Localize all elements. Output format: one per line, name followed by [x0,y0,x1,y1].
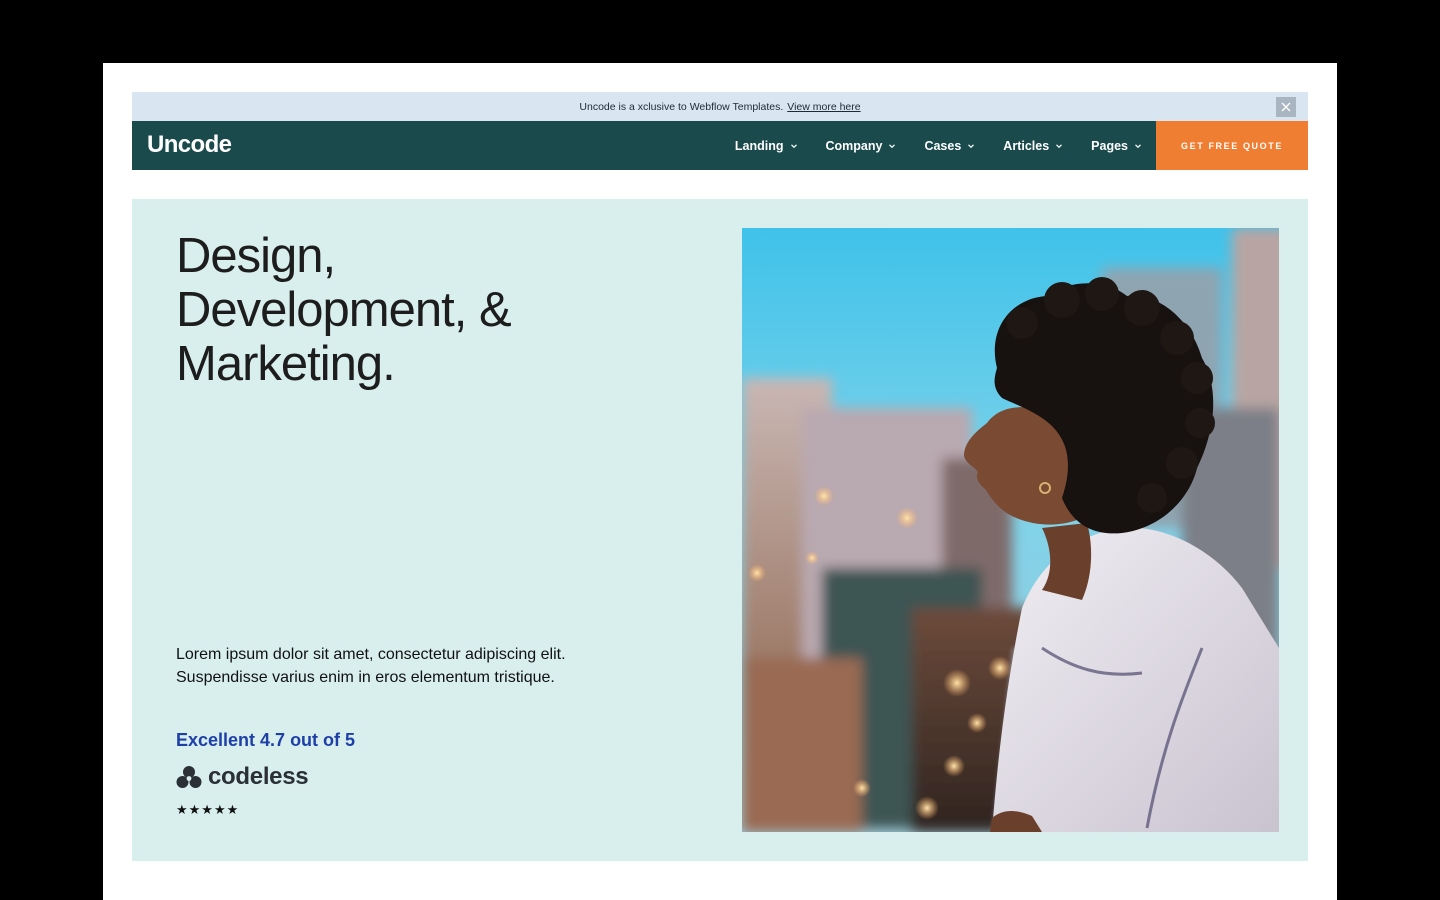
review-brand: codeless [176,763,309,791]
close-announcement-button[interactable] [1276,97,1296,117]
announcement-bar: Uncode is a xclusive to Webflow Template… [132,92,1308,121]
headline-line: Development, & [176,283,512,337]
chevron-down-icon [790,143,797,148]
hero-section: Design, Development, & Marketing. Lorem … [132,199,1308,861]
announcement-link[interactable]: View more here [787,101,860,113]
description-line: Suspendisse varius enim in eros elementu… [176,669,555,686]
close-icon [1281,102,1291,112]
rating-text: Excellent 4.7 out of 5 [176,730,356,750]
nav-item-label: Pages [1091,138,1128,153]
page-frame: Uncode is a xclusive to Webflow Template… [103,63,1337,900]
nav-item-articles[interactable]: Articles [975,139,1063,153]
get-free-quote-button[interactable]: GET FREE QUOTE [1156,121,1308,170]
codeless-logo-icon [176,766,202,788]
star-rating: ★★★★★ [176,802,240,817]
nav-item-company[interactable]: Company [798,139,897,153]
site-logo[interactable]: Uncode [147,131,232,159]
chevron-down-icon [1135,143,1141,148]
chevron-down-icon [968,143,975,148]
brand-name: codeless [208,763,309,790]
headline-line: Design, [176,229,336,283]
chevron-down-icon [1056,143,1063,148]
headline-line: Marketing. [176,337,396,391]
hero-image [742,228,1279,832]
announcement-text: Uncode is a xclusive to Webflow Template… [579,100,784,113]
nav-item-pages[interactable]: Pages [1063,139,1142,153]
nav-item-label: Articles [1003,138,1050,153]
nav-item-cases[interactable]: Cases [896,139,975,153]
nav-item-label: Landing [734,138,784,153]
nav-item-label: Company [825,138,883,153]
hero-headline: Design, Development, & Marketing. [176,229,512,391]
nav-item-landing[interactable]: Landing [735,139,798,153]
main-navbar: Uncode Landing Company Cases Articles Pa… [132,121,1308,170]
hero-description: Lorem ipsum dolor sit amet, consectetur … [176,643,636,689]
woman-on-rooftop-photo [742,228,1279,832]
description-line: Lorem ipsum dolor sit amet, consectetur … [176,646,566,663]
nav-menu: Landing Company Cases Articles Pages [735,121,1142,170]
nav-item-label: Cases [924,138,962,153]
chevron-down-icon [889,143,896,148]
